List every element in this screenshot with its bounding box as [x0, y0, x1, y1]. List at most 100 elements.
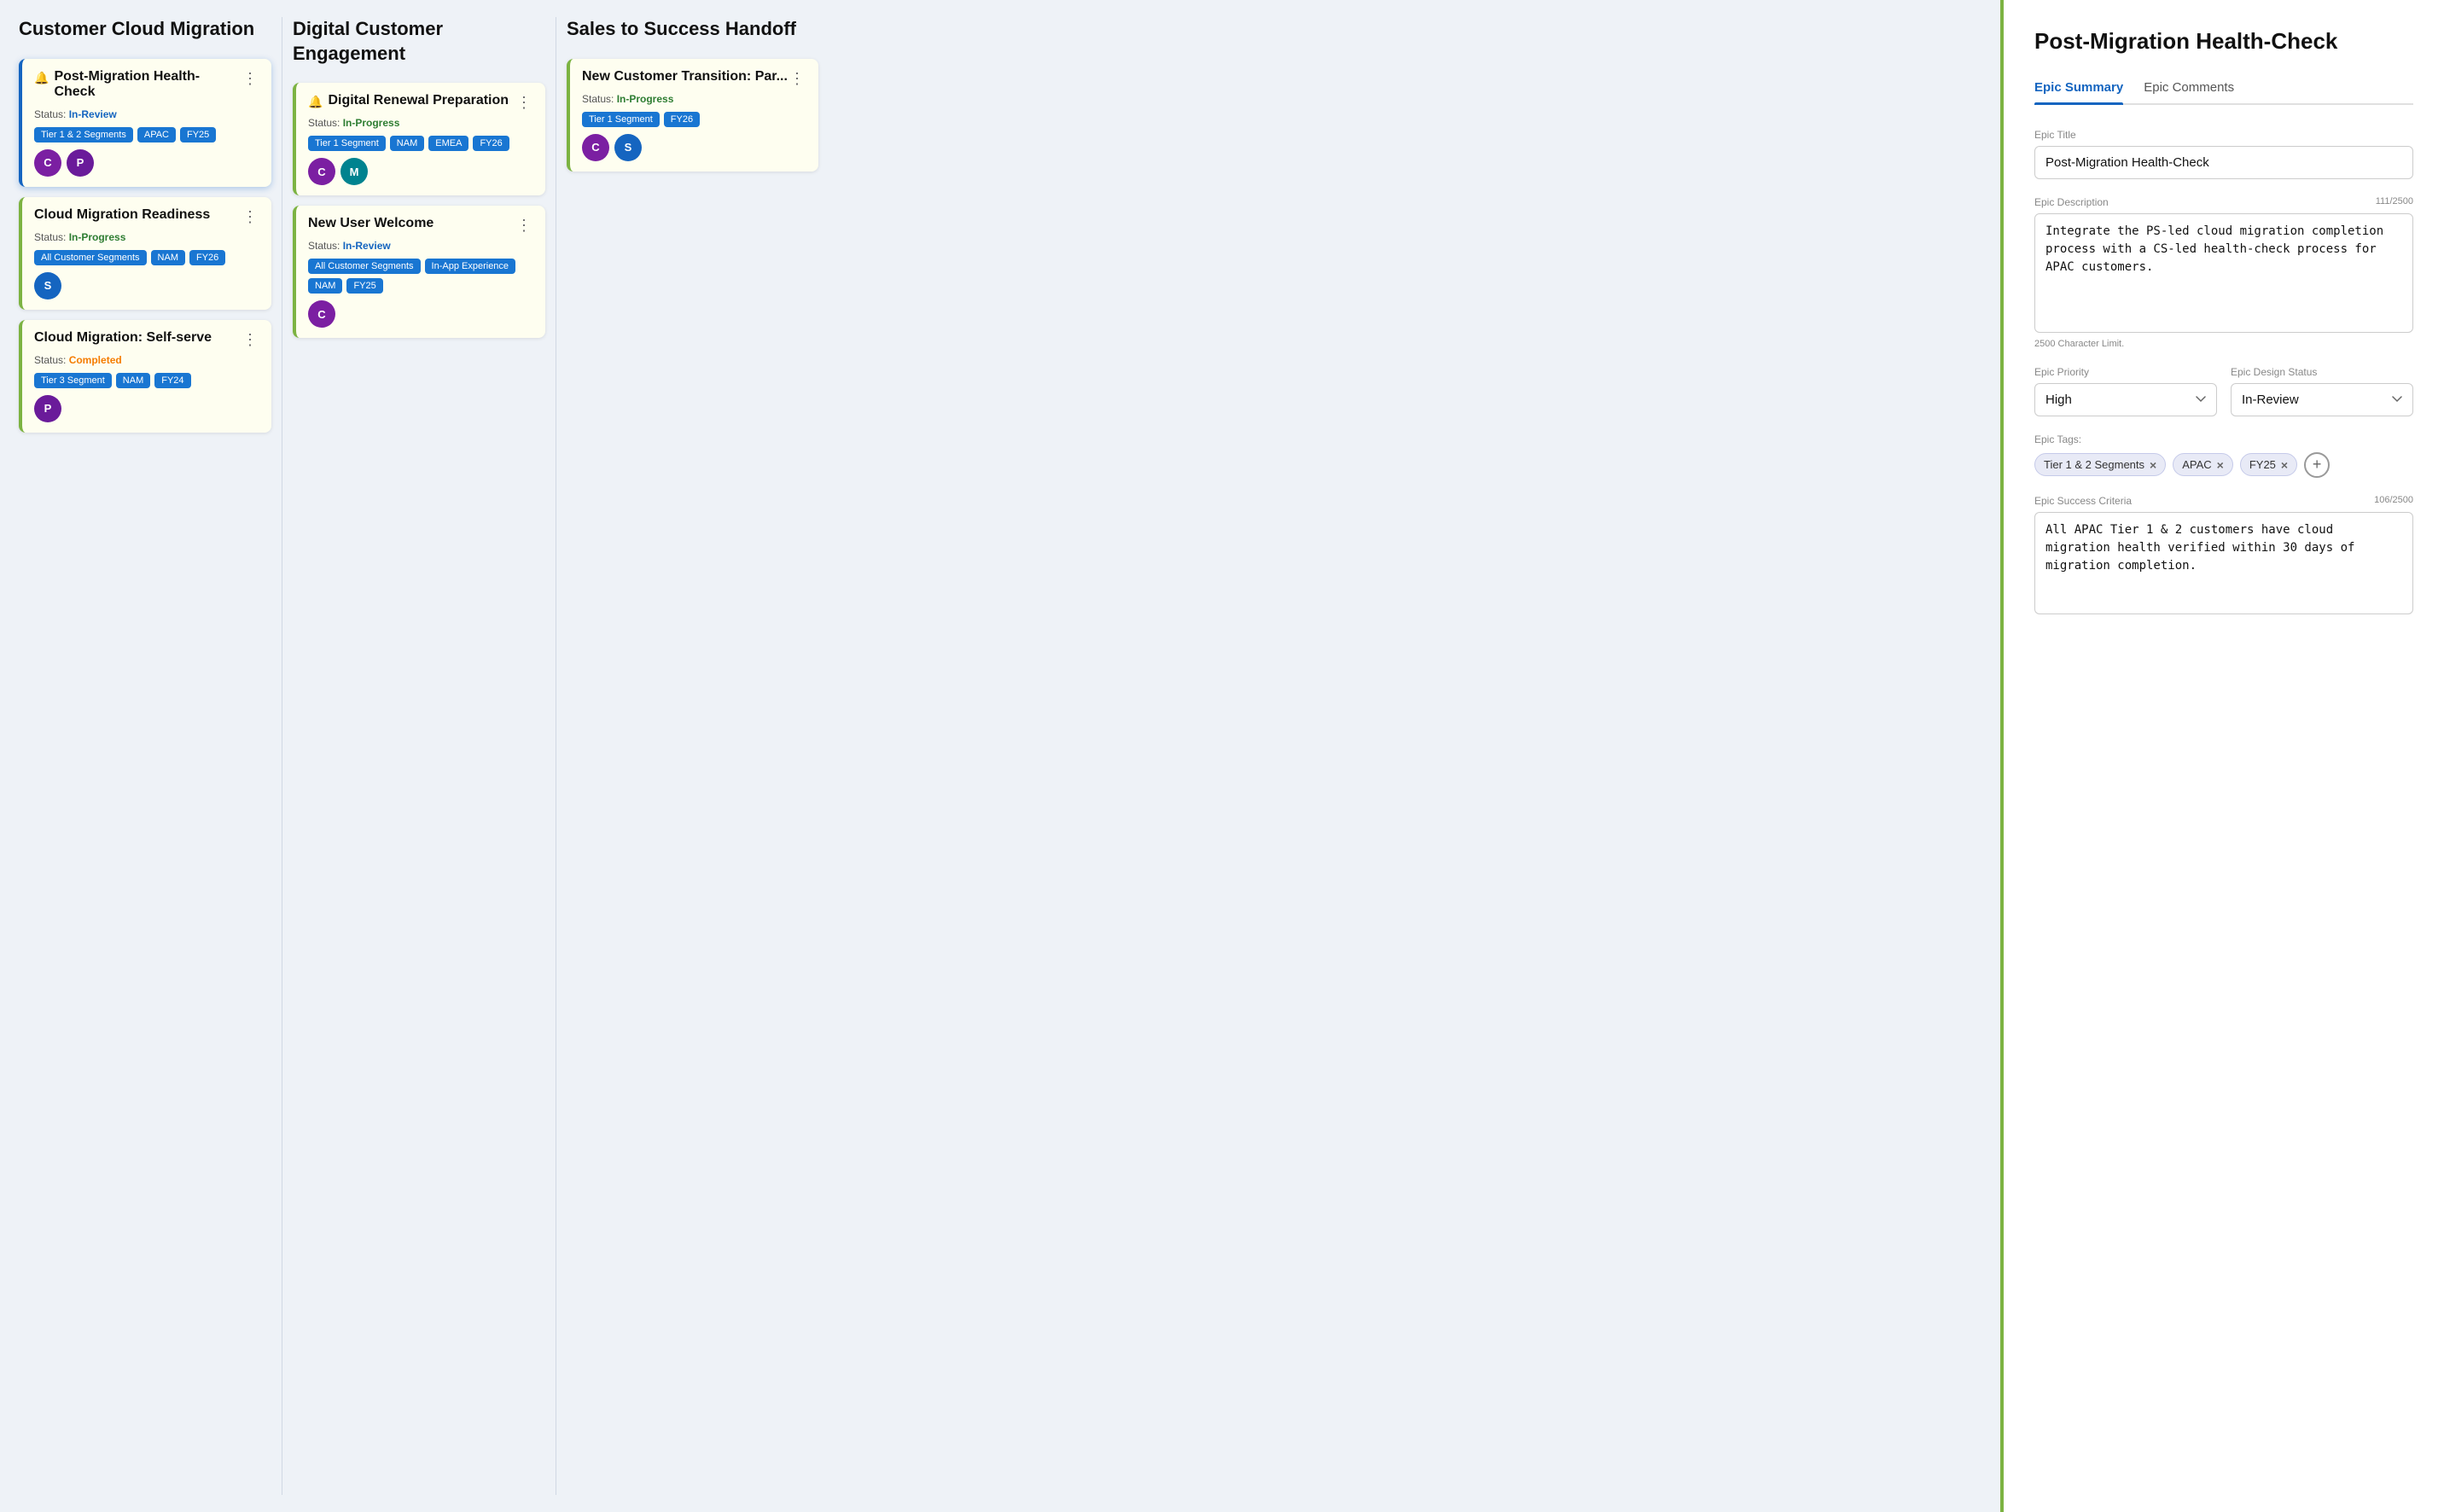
card-header-row-card5: New User Welcome⋮ [308, 216, 533, 236]
epic-title-input[interactable] [2034, 146, 2413, 179]
card-tag: NAM [308, 278, 342, 294]
tag-chip-apac-remove[interactable]: × [2217, 459, 2224, 471]
card-alert-icon-card4: 🔔 [308, 95, 323, 109]
column-header-col3: Sales to Success Handoff [567, 17, 818, 49]
detail-panel-title: Post-Migration Health-Check [2034, 27, 2413, 56]
board-area: Customer Cloud Migration 🔔 Post-Migration … [0, 0, 2000, 1512]
card-menu-btn-card4[interactable]: ⋮ [515, 93, 533, 112]
epic-design-status-select[interactable]: In-Review In-Progress Completed Not Star… [2231, 383, 2413, 416]
card-status-card1: Status: In-Review [34, 108, 259, 120]
priority-status-row: Epic Priority High Low Medium Critical E… [2034, 366, 2413, 416]
epic-description-label: Epic Description [2034, 196, 2109, 208]
card-tag: Tier 3 Segment [34, 373, 112, 388]
epic-description-char-limit: 2500 Character Limit. [2034, 339, 2413, 349]
avatar: C [582, 134, 609, 161]
epic-tags-container: Tier 1 & 2 Segments × APAC × FY25 × + [2034, 452, 2413, 478]
epic-success-header: Epic Success Criteria 106/2500 [2034, 495, 2413, 512]
card-avatars-card1: CP [34, 149, 259, 177]
card-tags-card5: All Customer Segments In-App Experience NA… [308, 259, 533, 294]
avatar: S [614, 134, 642, 161]
card-avatars-card6: CS [582, 134, 806, 161]
card-menu-btn-card5[interactable]: ⋮ [515, 216, 533, 235]
card-menu-btn-card2[interactable]: ⋮ [241, 207, 259, 226]
avatar: P [67, 149, 94, 177]
tag-chip-tier-label: Tier 1 & 2 Segments [2044, 458, 2144, 471]
column-header-col1: Customer Cloud Migration [19, 17, 271, 49]
avatar: M [340, 158, 368, 185]
card-tag: All Customer Segments [308, 259, 421, 274]
card-status-card5: Status: In-Review [308, 240, 533, 252]
card-tags-card1: Tier 1 & 2 Segments APAC FY25 [34, 127, 259, 142]
tab-epic-comments[interactable]: Epic Comments [2144, 80, 2234, 103]
card-tag: APAC [137, 127, 176, 142]
tag-chip-tier-remove[interactable]: × [2150, 459, 2156, 471]
avatar: C [308, 300, 335, 328]
card-menu-btn-card3[interactable]: ⋮ [241, 330, 259, 349]
epic-design-status-label: Epic Design Status [2231, 366, 2413, 378]
epic-card-card3[interactable]: Cloud Migration: Self-serve⋮ Status: Comp… [19, 320, 271, 433]
card-tag: NAM [116, 373, 150, 388]
card-tags-card3: Tier 3 Segment NAM FY24 [34, 373, 259, 388]
avatar: S [34, 272, 61, 299]
epic-success-count: 106/2500 [2374, 495, 2413, 505]
epic-description-textarea[interactable] [2034, 213, 2413, 333]
epic-success-criteria-group: Epic Success Criteria 106/2500 [2034, 495, 2413, 617]
card-tags-card6: Tier 1 SegmentFY26 [582, 112, 806, 127]
epic-priority-group: Epic Priority High Low Medium Critical [2034, 366, 2217, 416]
card-title-card6: New Customer Transition: Par... [582, 69, 788, 84]
tag-chip-fy25: FY25 × [2240, 453, 2297, 476]
card-header-row-card2: Cloud Migration Readiness⋮ [34, 207, 259, 228]
card-tags-card4: Tier 1 Segment NAM EMEA FY26 [308, 136, 533, 151]
card-tag: Tier 1 & 2 Segments [34, 127, 133, 142]
epic-card-card5[interactable]: New User Welcome⋮ Status: In-Review All Cu… [293, 206, 545, 338]
card-avatars-card3: P [34, 395, 259, 422]
avatar: C [308, 158, 335, 185]
card-avatars-card4: CM [308, 158, 533, 185]
epic-card-card1[interactable]: 🔔 Post-Migration Health-Check⋮ Status: In-… [19, 59, 271, 187]
tag-chip-apac-label: APAC [2182, 458, 2211, 471]
card-tag: NAM [151, 250, 185, 265]
card-status-card3: Status: Completed [34, 354, 259, 366]
card-tag: All Customer Segments [34, 250, 147, 265]
card-tag: Tier 1 Segment [308, 136, 386, 151]
card-tag: FY25 [180, 127, 216, 142]
card-header-row-card6: New Customer Transition: Par...⋮ [582, 69, 806, 90]
epic-title-group: Epic Title [2034, 129, 2413, 179]
epic-tags-label: Epic Tags: [2034, 433, 2413, 445]
epic-description-count: 111/2500 [2376, 196, 2413, 206]
card-status-card2: Status: In-Progress [34, 231, 259, 243]
card-menu-btn-card1[interactable]: ⋮ [241, 69, 259, 88]
column-header-col2: Digital Customer Engagement [293, 17, 545, 73]
tag-chip-apac: APAC × [2173, 453, 2233, 476]
card-tag: NAM [390, 136, 424, 151]
card-avatars-card2: S [34, 272, 259, 299]
card-menu-btn-card6[interactable]: ⋮ [788, 69, 806, 88]
epic-priority-select[interactable]: High Low Medium Critical [2034, 383, 2217, 416]
tab-epic-summary[interactable]: Epic Summary [2034, 80, 2123, 103]
card-alert-icon-card1: 🔔 [34, 71, 49, 85]
epic-card-card2[interactable]: Cloud Migration Readiness⋮ Status: In-Pro… [19, 197, 271, 310]
tag-chip-fy25-label: FY25 [2249, 458, 2276, 471]
card-tag: EMEA [428, 136, 468, 151]
tag-add-button[interactable]: + [2304, 452, 2330, 478]
tag-chip-fy25-remove[interactable]: × [2281, 459, 2288, 471]
epic-card-card4[interactable]: 🔔Digital Renewal Preparation⋮Status: In-… [293, 83, 545, 195]
epic-title-label: Epic Title [2034, 129, 2413, 141]
card-tag: FY26 [664, 112, 700, 127]
card-tag: FY25 [346, 278, 382, 294]
card-tag: FY26 [473, 136, 509, 151]
card-header-row-card4: 🔔Digital Renewal Preparation⋮ [308, 93, 533, 113]
avatar: P [34, 395, 61, 422]
epic-description-group: Epic Description 111/2500 2500 Character… [2034, 196, 2413, 349]
detail-panel: Post-Migration Health-Check Epic Summary… [2000, 0, 2444, 1512]
epic-tags-section: Epic Tags: Tier 1 & 2 Segments × APAC × … [2034, 433, 2413, 478]
column-col3: Sales to Success Handoff New Customer Tra… [556, 17, 829, 1495]
card-tag: FY24 [154, 373, 190, 388]
card-tag: FY26 [189, 250, 225, 265]
epic-success-criteria-textarea[interactable] [2034, 512, 2413, 614]
epic-card-card6[interactable]: New Customer Transition: Par...⋮Status: … [567, 59, 818, 172]
card-tag: In-App Experience [425, 259, 516, 274]
card-title-card1: Post-Migration Health-Check [54, 69, 241, 100]
card-title-card3: Cloud Migration: Self-serve [34, 330, 241, 346]
tag-chip-tier: Tier 1 & 2 Segments × [2034, 453, 2166, 476]
